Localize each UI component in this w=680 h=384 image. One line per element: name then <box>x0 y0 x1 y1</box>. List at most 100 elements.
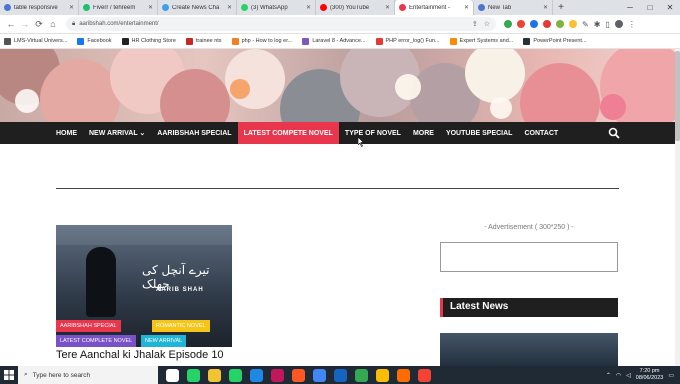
url-bar[interactable]: 🔒︎ aaribshah.com/entertainment/ ⇪ ☆ <box>66 17 496 31</box>
bookmark-favicon-icon <box>121 37 129 45</box>
main-nav: HOME NEW ARRIVAL ⌄ AARIBSHAH SPECIAL LATEST… <box>0 122 680 144</box>
tab-close-icon[interactable]: ✕ <box>227 4 232 11</box>
maximize-button[interactable]: □ <box>640 0 660 15</box>
extension-icon[interactable] <box>543 20 551 28</box>
tab-close-icon[interactable]: ✕ <box>148 4 153 11</box>
notification-icon[interactable]: ▭ <box>668 372 674 379</box>
tab-close-icon[interactable]: ✕ <box>306 4 311 11</box>
pen-icon[interactable]: ✎ <box>582 20 589 29</box>
bookmark-item[interactable]: Expert Systems and... <box>449 37 513 45</box>
taskbar-app-icon[interactable] <box>166 368 179 382</box>
extension-icon[interactable] <box>569 20 577 28</box>
figure-silhouette <box>86 247 116 317</box>
taskbar-app-icon[interactable] <box>334 368 347 382</box>
category-badge[interactable]: LATEST COMPLETE NOVEL <box>56 335 137 347</box>
puzzle-icon[interactable]: ✱ <box>594 20 601 29</box>
bookmark-item[interactable]: Laravel 8 - Advance... <box>302 37 366 45</box>
bookmark-label: Laravel 8 - Advance... <box>312 38 366 44</box>
taskbar-app-icon[interactable] <box>208 368 221 382</box>
section-divider <box>56 188 619 189</box>
bookmark-item[interactable]: PowerPoint Present... <box>523 37 587 45</box>
extension-icon[interactable] <box>530 20 538 28</box>
latest-news-thumbnail[interactable] <box>440 333 618 366</box>
extension-icon[interactable] <box>504 20 512 28</box>
bookmark-label: HR Clothing Store <box>131 38 176 44</box>
taskbar-app-icon[interactable] <box>292 368 305 382</box>
extension-icon[interactable] <box>556 20 564 28</box>
taskbar-app-icon[interactable] <box>355 368 368 382</box>
windows-start-icon[interactable] <box>0 366 18 384</box>
category-badge[interactable]: AARIBSHAH SPECIAL <box>56 320 121 332</box>
sidepanel-icon[interactable]: ▯ <box>605 20 609 29</box>
nav-item[interactable]: NEW ARRIVAL ⌄ <box>83 122 151 144</box>
nav-item[interactable]: AARIBSHAH SPECIAL <box>151 122 237 144</box>
share-icon[interactable]: ⇪ <box>472 20 478 28</box>
taskbar-app-icon[interactable] <box>313 368 326 382</box>
taskbar-app-icon[interactable] <box>250 368 263 382</box>
page-content: تیرے آنچل کی جھلک AARIB SHAH AARIBSHAH S… <box>0 144 680 366</box>
clock-date: 08/06/2023 <box>635 375 664 381</box>
new-tab-button[interactable]: + <box>553 0 569 15</box>
nav-item[interactable]: LATEST COMPETE NOVEL <box>237 122 339 144</box>
taskbar-app-icon[interactable] <box>376 368 389 382</box>
tab-close-icon[interactable]: ✕ <box>464 4 469 11</box>
nav-item[interactable]: MORE <box>407 122 440 144</box>
taskbar-app-icon[interactable] <box>271 368 284 382</box>
back-arrow-icon[interactable]: ← <box>4 19 18 29</box>
category-badge[interactable]: NEW ARRIVAL <box>141 335 187 347</box>
bookmark-item[interactable]: trainee nts <box>185 37 222 45</box>
bookmark-item[interactable]: LMS-Virtual Univers... <box>4 37 67 45</box>
bookmark-item[interactable]: PHP error_log() Fun... <box>375 37 440 45</box>
bookmark-item[interactable]: php - How to log er... <box>231 37 292 45</box>
nav-item[interactable]: CONTACT <box>518 122 564 144</box>
bookmark-label: PowerPoint Present... <box>533 38 587 44</box>
bookmark-item[interactable]: HR Clothing Store <box>121 37 176 45</box>
speaker-icon[interactable]: ◁ <box>626 372 631 379</box>
network-icon[interactable]: ◠ <box>616 372 621 379</box>
post-thumbnail[interactable]: تیرے آنچل کی جھلک AARIB SHAH AARIBSHAH S… <box>56 225 232 347</box>
browser-tab[interactable]: table responsive ✕ <box>0 0 79 15</box>
minimize-button[interactable]: ─ <box>620 0 640 15</box>
lock-icon: 🔒︎ <box>72 20 76 27</box>
post-image-author: AARIB SHAH <box>156 287 204 293</box>
post-title-link[interactable]: Tere Aanchal ki Jhalak Episode 10 <box>56 349 224 361</box>
page-scrollbar[interactable] <box>675 49 680 366</box>
tab-close-icon[interactable]: ✕ <box>385 4 390 11</box>
clock[interactable]: 7:20 pm 08/06/2023 <box>636 368 664 382</box>
browser-tab[interactable]: Create News Cha ✕ <box>158 0 237 15</box>
browser-tab[interactable]: (3) WhatsApp ✕ <box>237 0 316 15</box>
bookmark-item[interactable]: Facebook <box>77 37 112 45</box>
chevron-up-icon[interactable]: ⌃ <box>606 372 611 379</box>
tab-favicon-icon <box>4 4 11 11</box>
tab-close-icon[interactable]: ✕ <box>69 4 74 11</box>
browser-tab[interactable]: Entertainment - ✕ <box>395 0 474 15</box>
home-icon[interactable]: ⌂ <box>46 19 60 29</box>
nav-item[interactable]: YOUTUBE SPECIAL <box>440 122 519 144</box>
taskbar-app-icon[interactable] <box>397 368 410 382</box>
search-icon[interactable] <box>608 127 620 139</box>
tab-close-icon[interactable]: ✕ <box>543 4 548 11</box>
windows-taskbar: ⌕ Type here to search ⌃ ◠ ◁ 7:20 pm 08/0… <box>0 366 680 384</box>
tab-favicon-icon <box>478 4 485 11</box>
browser-tab[interactable]: Fiverr / tehreem ✕ <box>79 0 158 15</box>
forward-arrow-icon[interactable]: → <box>18 19 32 29</box>
bookmark-star-icon[interactable]: ☆ <box>484 20 490 28</box>
nav-item[interactable]: HOME <box>50 122 83 144</box>
avatar[interactable] <box>614 20 623 28</box>
taskbar-app-icon[interactable] <box>418 368 431 382</box>
taskbar-app-icon[interactable] <box>187 368 200 382</box>
bookmark-label: PHP error_log() Fun... <box>385 38 440 44</box>
nav-item[interactable]: TYPE OF NOVEL <box>339 122 407 144</box>
reload-icon[interactable]: ⟳ <box>32 19 46 30</box>
category-badge[interactable]: ROMANTIC NOVEL <box>152 320 210 332</box>
browser-tab[interactable]: (300) YouTube ✕ <box>316 0 395 15</box>
taskbar-app-icon[interactable] <box>229 368 242 382</box>
clock-time: 7:20 pm <box>639 368 660 374</box>
close-window-button[interactable]: ✕ <box>660 0 680 15</box>
advertisement-box[interactable] <box>440 242 618 272</box>
menu-icon[interactable]: ⋮ <box>628 20 636 29</box>
tab-title: Create News Cha <box>172 4 220 11</box>
browser-tab[interactable]: New Tab ✕ <box>474 0 553 15</box>
taskbar-search-input[interactable]: ⌕ Type here to search <box>18 366 158 384</box>
extension-icon[interactable] <box>517 20 525 28</box>
